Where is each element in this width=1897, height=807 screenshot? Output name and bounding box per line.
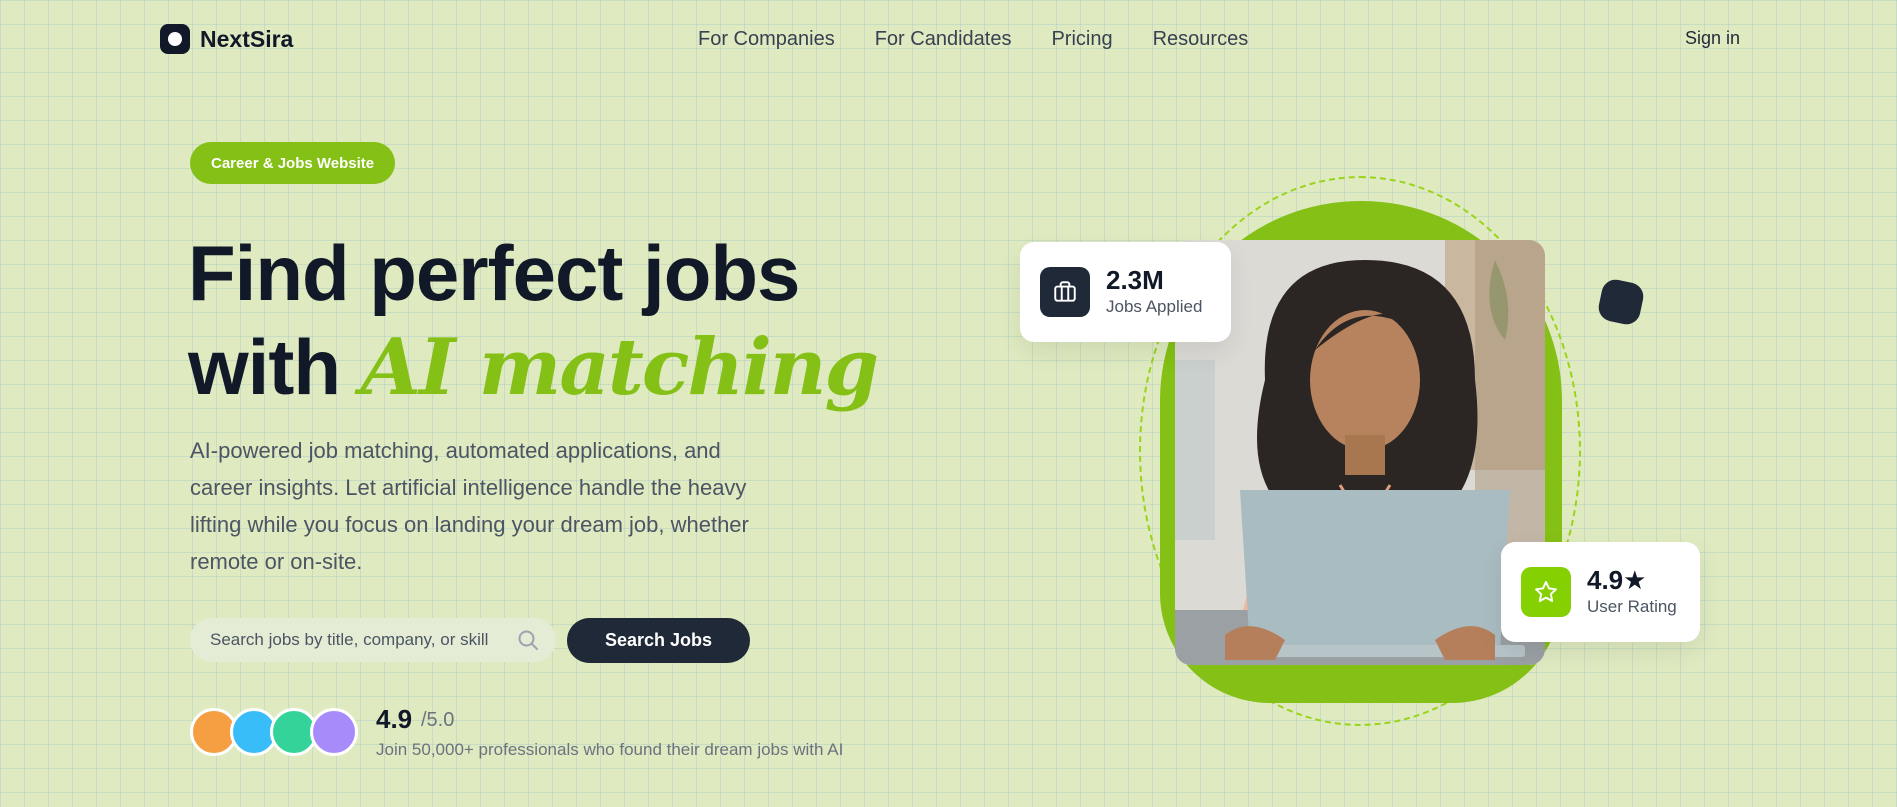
avatar-stack — [190, 708, 358, 756]
jobs-applied-value: 2.3M — [1106, 265, 1164, 295]
nav-for-companies[interactable]: For Companies — [698, 28, 835, 51]
decorative-dark-dot — [1596, 277, 1646, 327]
rating-scale: /5.0 — [421, 709, 455, 731]
nav-pricing[interactable]: Pricing — [1051, 28, 1112, 51]
brand-logo[interactable]: NextSira — [160, 24, 293, 54]
logo-icon — [160, 24, 190, 54]
nav-resources[interactable]: Resources — [1153, 28, 1249, 51]
avatar — [310, 708, 358, 756]
nav-for-candidates[interactable]: For Candidates — [875, 28, 1012, 51]
user-rating-value: 4.9★ — [1587, 565, 1647, 595]
category-badge: Career & Jobs Website — [190, 142, 396, 184]
briefcase-icon — [1040, 267, 1090, 317]
rating-subtext: Join 50,000+ professionals who found the… — [376, 740, 844, 759]
search-icon[interactable] — [516, 628, 540, 652]
main-nav: For Companies For Candidates Pricing Res… — [698, 28, 1248, 51]
search-jobs-button[interactable]: Search Jobs — [567, 618, 750, 663]
jobs-applied-label: Jobs Applied — [1106, 297, 1203, 316]
job-search-field[interactable] — [190, 618, 556, 662]
rating-value: 4.9 — [376, 704, 413, 734]
hero-headline: Find perfect jobs with AI matching — [188, 226, 879, 415]
hero-description: AI-powered job matching, automated appli… — [190, 438, 749, 574]
headline-accent: AI matching — [360, 322, 879, 413]
headline-line-1: Find perfect jobs — [188, 229, 800, 317]
jobs-applied-card: 2.3M Jobs Applied — [1020, 242, 1231, 342]
user-rating-card: 4.9★ User Rating — [1501, 542, 1700, 642]
headline-line-2-prefix: with — [188, 323, 341, 411]
brand-name: NextSira — [200, 25, 294, 52]
user-rating-label: User Rating — [1587, 597, 1677, 616]
sign-in-link[interactable]: Sign in — [1685, 28, 1740, 49]
job-search-input[interactable] — [210, 630, 510, 650]
star-icon — [1521, 567, 1571, 617]
